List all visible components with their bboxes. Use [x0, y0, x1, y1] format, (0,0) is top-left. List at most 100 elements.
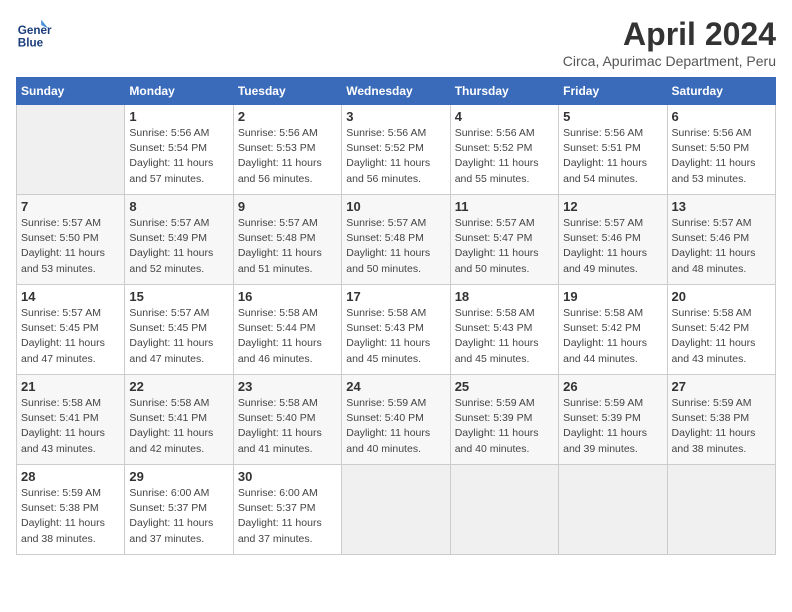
day-info: Sunrise: 5:57 AM Sunset: 5:46 PM Dayligh… [672, 216, 771, 277]
calendar-cell: 5 Sunrise: 5:56 AM Sunset: 5:51 PM Daylig… [559, 105, 667, 195]
day-info: Sunrise: 5:56 AM Sunset: 5:51 PM Dayligh… [563, 126, 662, 187]
calendar-cell: 15 Sunrise: 5:57 AM Sunset: 5:45 PM Dayli… [125, 285, 233, 375]
day-info: Sunrise: 5:56 AM Sunset: 5:52 PM Dayligh… [346, 126, 445, 187]
calendar-cell: 9 Sunrise: 5:57 AM Sunset: 5:48 PM Daylig… [233, 195, 341, 285]
calendar-cell: 16 Sunrise: 5:58 AM Sunset: 5:44 PM Dayli… [233, 285, 341, 375]
weekday-header: Sunday [17, 78, 125, 105]
day-number: 12 [563, 199, 662, 214]
calendar-cell: 2 Sunrise: 5:56 AM Sunset: 5:53 PM Daylig… [233, 105, 341, 195]
header: General Blue April 2024 Circa, Apurimac … [16, 16, 776, 69]
day-number: 22 [129, 379, 228, 394]
day-number: 5 [563, 109, 662, 124]
day-info: Sunrise: 5:59 AM Sunset: 5:39 PM Dayligh… [455, 396, 554, 457]
day-number: 25 [455, 379, 554, 394]
day-info: Sunrise: 5:57 AM Sunset: 5:45 PM Dayligh… [129, 306, 228, 367]
day-number: 7 [21, 199, 120, 214]
weekday-header: Wednesday [342, 78, 450, 105]
calendar-cell: 30Sunrise: 6:00 AM Sunset: 5:37 PM Dayli… [233, 465, 341, 555]
calendar-cell [450, 465, 558, 555]
calendar-cell [342, 465, 450, 555]
day-info: Sunrise: 5:58 AM Sunset: 5:41 PM Dayligh… [129, 396, 228, 457]
calendar-cell: 8 Sunrise: 5:57 AM Sunset: 5:49 PM Daylig… [125, 195, 233, 285]
day-info: Sunrise: 5:58 AM Sunset: 5:44 PM Dayligh… [238, 306, 337, 367]
day-number: 26 [563, 379, 662, 394]
day-number: 10 [346, 199, 445, 214]
weekday-header: Friday [559, 78, 667, 105]
day-info: Sunrise: 5:58 AM Sunset: 5:42 PM Dayligh… [563, 306, 662, 367]
day-info: Sunrise: 5:59 AM Sunset: 5:39 PM Dayligh… [563, 396, 662, 457]
day-number: 4 [455, 109, 554, 124]
day-info: Sunrise: 5:57 AM Sunset: 5:48 PM Dayligh… [346, 216, 445, 277]
logo: General Blue [16, 16, 52, 52]
day-info: Sunrise: 5:58 AM Sunset: 5:41 PM Dayligh… [21, 396, 120, 457]
day-info: Sunrise: 5:56 AM Sunset: 5:53 PM Dayligh… [238, 126, 337, 187]
day-info: Sunrise: 5:58 AM Sunset: 5:40 PM Dayligh… [238, 396, 337, 457]
month-title: April 2024 [563, 16, 776, 53]
calendar-cell: 20 Sunrise: 5:58 AM Sunset: 5:42 PM Dayli… [667, 285, 775, 375]
day-number: 2 [238, 109, 337, 124]
weekday-header: Thursday [450, 78, 558, 105]
day-info: Sunrise: 5:58 AM Sunset: 5:43 PM Dayligh… [455, 306, 554, 367]
day-number: 8 [129, 199, 228, 214]
day-info: Sunrise: 5:56 AM Sunset: 5:54 PM Dayligh… [129, 126, 228, 187]
calendar-cell: 29 Sunrise: 6:00 AM Sunset: 5:37 PM Dayli… [125, 465, 233, 555]
day-number: 18 [455, 289, 554, 304]
calendar-cell: 3 Sunrise: 5:56 AM Sunset: 5:52 PM Daylig… [342, 105, 450, 195]
day-number: 3 [346, 109, 445, 124]
weekday-header: Tuesday [233, 78, 341, 105]
day-info: Sunrise: 5:57 AM Sunset: 5:45 PM Dayligh… [21, 306, 120, 367]
day-number: 1 [129, 109, 228, 124]
day-info: Sunrise: 5:58 AM Sunset: 5:42 PM Dayligh… [672, 306, 771, 367]
calendar-cell: 28 Sunrise: 5:59 AM Sunset: 5:38 PM Dayli… [17, 465, 125, 555]
day-info: Sunrise: 6:00 AM Sunset: 5:37 PM Dayligh… [129, 486, 228, 547]
calendar-cell: 6 Sunrise: 5:56 AM Sunset: 5:50 PM Daylig… [667, 105, 775, 195]
weekday-header: Saturday [667, 78, 775, 105]
day-info: Sunrise: 5:56 AM Sunset: 5:50 PM Dayligh… [672, 126, 771, 187]
day-number: 17 [346, 289, 445, 304]
day-number: 23 [238, 379, 337, 394]
calendar-cell: 14 Sunrise: 5:57 AM Sunset: 5:45 PM Dayli… [17, 285, 125, 375]
day-info: Sunrise: 5:57 AM Sunset: 5:50 PM Dayligh… [21, 216, 120, 277]
day-number: 21 [21, 379, 120, 394]
day-info: Sunrise: 5:59 AM Sunset: 5:40 PM Dayligh… [346, 396, 445, 457]
day-number: 16 [238, 289, 337, 304]
day-info: Sunrise: 5:57 AM Sunset: 5:49 PM Dayligh… [129, 216, 228, 277]
day-number: 28 [21, 469, 120, 484]
subtitle: Circa, Apurimac Department, Peru [563, 53, 776, 69]
calendar-cell: 11Sunrise: 5:57 AM Sunset: 5:47 PM Dayli… [450, 195, 558, 285]
day-info: Sunrise: 6:00 AM Sunset: 5:37 PM Dayligh… [238, 486, 337, 547]
calendar-cell: 17 Sunrise: 5:58 AM Sunset: 5:43 PM Dayli… [342, 285, 450, 375]
day-number: 20 [672, 289, 771, 304]
day-info: Sunrise: 5:57 AM Sunset: 5:46 PM Dayligh… [563, 216, 662, 277]
calendar-cell [559, 465, 667, 555]
day-number: 14 [21, 289, 120, 304]
weekday-header: Monday [125, 78, 233, 105]
day-number: 24 [346, 379, 445, 394]
day-info: Sunrise: 5:59 AM Sunset: 5:38 PM Dayligh… [21, 486, 120, 547]
day-info: Sunrise: 5:59 AM Sunset: 5:38 PM Dayligh… [672, 396, 771, 457]
day-number: 6 [672, 109, 771, 124]
day-info: Sunrise: 5:57 AM Sunset: 5:47 PM Dayligh… [455, 216, 554, 277]
day-info: Sunrise: 5:58 AM Sunset: 5:43 PM Dayligh… [346, 306, 445, 367]
calendar-cell: 24 Sunrise: 5:59 AM Sunset: 5:40 PM Dayli… [342, 375, 450, 465]
calendar-cell: 1 Sunrise: 5:56 AM Sunset: 5:54 PM Daylig… [125, 105, 233, 195]
day-number: 13 [672, 199, 771, 214]
calendar-cell [667, 465, 775, 555]
calendar-cell [17, 105, 125, 195]
calendar-cell: 18 Sunrise: 5:58 AM Sunset: 5:43 PM Dayli… [450, 285, 558, 375]
calendar-cell: 12 Sunrise: 5:57 AM Sunset: 5:46 PM Dayli… [559, 195, 667, 285]
logo-icon: General Blue [16, 16, 52, 52]
day-number: 19 [563, 289, 662, 304]
calendar-cell: 27Sunrise: 5:59 AM Sunset: 5:38 PM Dayli… [667, 375, 775, 465]
calendar-cell: 22 Sunrise: 5:58 AM Sunset: 5:41 PM Dayli… [125, 375, 233, 465]
calendar-cell: 21 Sunrise: 5:58 AM Sunset: 5:41 PM Dayli… [17, 375, 125, 465]
calendar-cell: 19 Sunrise: 5:58 AM Sunset: 5:42 PM Dayli… [559, 285, 667, 375]
title-area: April 2024 Circa, Apurimac Department, P… [563, 16, 776, 69]
svg-text:Blue: Blue [18, 37, 44, 50]
day-info: Sunrise: 5:57 AM Sunset: 5:48 PM Dayligh… [238, 216, 337, 277]
calendar-cell: 13 Sunrise: 5:57 AM Sunset: 5:46 PM Dayli… [667, 195, 775, 285]
day-number: 29 [129, 469, 228, 484]
day-number: 9 [238, 199, 337, 214]
calendar-cell: 26 Sunrise: 5:59 AM Sunset: 5:39 PM Dayli… [559, 375, 667, 465]
day-number: 15 [129, 289, 228, 304]
